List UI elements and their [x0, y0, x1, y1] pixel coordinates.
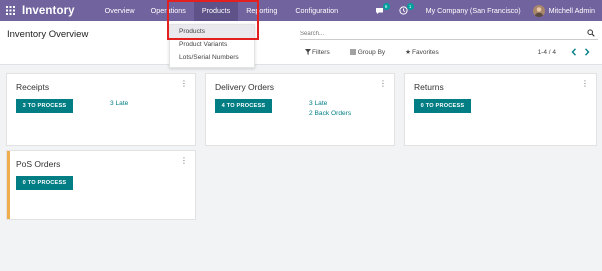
- pos-orders-card: PoS Orders ⋮ 0 TO PROCESS: [6, 150, 196, 220]
- pager-next-icon[interactable]: [582, 47, 592, 57]
- highlight-annotation-box: [167, 0, 259, 40]
- card-menu-dots-icon[interactable]: ⋮: [379, 80, 387, 88]
- search-input[interactable]: [300, 28, 580, 39]
- pos-to-process-button[interactable]: 0 TO PROCESS: [16, 176, 73, 190]
- user-avatar[interactable]: [532, 4, 545, 17]
- receipts-card: Receipts ⋮ 3 TO PROCESS 3 Late: [6, 73, 196, 146]
- company-switcher[interactable]: My Company (San Francisco): [426, 6, 521, 15]
- groupby-button[interactable]: Group By: [349, 48, 395, 56]
- favorites-button[interactable]: ★ Favorites: [405, 48, 449, 57]
- pager-value[interactable]: 1-4 / 4: [538, 49, 556, 56]
- top-navbar: Inventory Overview Operations Products R…: [0, 0, 602, 21]
- pager-previous-icon[interactable]: [569, 47, 579, 57]
- search-options: Filters Group By ★ Favorites: [305, 48, 459, 56]
- receipts-late-link[interactable]: 3 Late: [110, 100, 128, 107]
- menu-overview[interactable]: Overview: [97, 0, 143, 21]
- card-title[interactable]: Returns: [414, 82, 444, 92]
- card-menu-dots-icon[interactable]: ⋮: [180, 80, 188, 88]
- pager: 1-4 / 4: [538, 47, 592, 57]
- returns-card: Returns ⋮ 0 TO PROCESS: [404, 73, 597, 146]
- messages-badge: 6: [382, 3, 390, 10]
- delivery-back-orders-link[interactable]: 2 Back Orders: [309, 110, 351, 117]
- filters-label: Filters: [312, 48, 330, 56]
- messages-icon[interactable]: 6: [373, 0, 390, 21]
- groupby-list-icon: [349, 49, 356, 55]
- card-menu-dots-icon[interactable]: ⋮: [180, 157, 188, 165]
- menu-configuration[interactable]: Configuration: [287, 0, 346, 21]
- delivery-orders-card: Delivery Orders ⋮ 4 TO PROCESS 3 Late 2 …: [205, 73, 395, 146]
- app-brand[interactable]: Inventory: [22, 5, 75, 17]
- navbar-right: 6 1 My Company (San Francisco) Mitchell …: [368, 0, 602, 21]
- page-title: Inventory Overview: [7, 29, 89, 40]
- filters-button[interactable]: Filters: [305, 48, 340, 56]
- activities-badge: 1: [406, 3, 414, 10]
- dropdown-item-lots-serial-numbers[interactable]: Lots/Serial Numbers: [170, 51, 254, 64]
- search-bar: [300, 28, 598, 40]
- apps-menu-icon[interactable]: [3, 0, 17, 21]
- control-panel: Inventory Overview Filters Group By ★ Fa…: [0, 21, 602, 65]
- activities-clock-icon[interactable]: 1: [397, 0, 414, 21]
- returns-to-process-button[interactable]: 0 TO PROCESS: [414, 99, 471, 113]
- card-color-accent: [7, 151, 10, 219]
- card-menu-dots-icon[interactable]: ⋮: [581, 80, 589, 88]
- delivery-to-process-button[interactable]: 4 TO PROCESS: [215, 99, 272, 113]
- card-title[interactable]: Receipts: [16, 82, 49, 92]
- card-title[interactable]: PoS Orders: [16, 159, 60, 169]
- user-name[interactable]: Mitchell Admin: [549, 6, 595, 15]
- groupby-label: Group By: [357, 48, 386, 56]
- favorites-star-icon: ★: [405, 49, 411, 56]
- favorites-label: Favorites: [412, 48, 439, 56]
- search-icon[interactable]: [587, 29, 595, 39]
- delivery-late-link[interactable]: 3 Late: [309, 100, 327, 107]
- filter-funnel-icon: [305, 49, 311, 55]
- receipts-to-process-button[interactable]: 3 TO PROCESS: [16, 99, 73, 113]
- card-title[interactable]: Delivery Orders: [215, 82, 274, 92]
